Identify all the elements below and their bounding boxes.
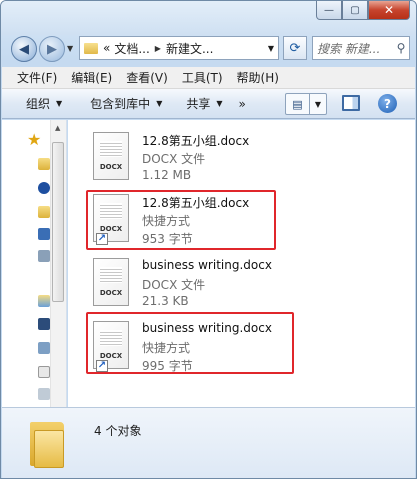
help-button[interactable]: ? xyxy=(378,94,397,113)
change-view-button[interactable]: ▤ ▼ xyxy=(285,93,327,115)
file-item[interactable]: DOCX business writing.docx DOCX 文件 21.3 … xyxy=(88,256,398,314)
file-size: 1.12 MB xyxy=(142,168,192,182)
address-bar[interactable]: « 文档... ▶ 新建文... ▼ xyxy=(79,36,279,60)
drive-icon[interactable] xyxy=(38,250,50,262)
refresh-button[interactable]: ⟳ xyxy=(283,36,307,60)
menu-bar: 文件(F) 编辑(E) 查看(V) 工具(T) 帮助(H) xyxy=(2,67,415,89)
file-list[interactable]: DOCX 12.8第五小组.docx DOCX 文件 1.12 MB DOCX … xyxy=(68,120,415,407)
include-library-label: 包含到库中 xyxy=(90,97,151,111)
highlight-box xyxy=(86,190,276,250)
minimize-button[interactable]: — xyxy=(316,1,342,20)
organize-label: 组织 xyxy=(26,97,51,111)
refresh-icon: ⟳ xyxy=(289,40,301,56)
chevron-down-icon: ▼ xyxy=(56,99,63,108)
include-in-library-button[interactable]: 包含到库中 ▼ xyxy=(82,95,170,112)
object-count: 4 个对象 xyxy=(94,424,142,438)
view-icon[interactable]: ▤ xyxy=(286,94,310,114)
docx-file-icon: DOCX xyxy=(93,132,129,180)
libraries-icon[interactable] xyxy=(38,295,50,307)
menu-help[interactable]: 帮助(H) xyxy=(230,69,286,86)
network-icon[interactable] xyxy=(38,182,50,194)
docx-icon-label: DOCX xyxy=(99,289,123,297)
file-name[interactable]: business writing.docx xyxy=(142,258,272,272)
chevron-down-icon: ▼ xyxy=(156,99,163,108)
docx-icon-label: DOCX xyxy=(99,163,123,171)
preview-pane-button[interactable] xyxy=(342,95,360,111)
docx-file-icon: DOCX xyxy=(93,258,129,306)
organize-button[interactable]: 组织 ▼ xyxy=(18,95,70,112)
videos-icon[interactable] xyxy=(38,318,50,330)
file-type: DOCX 文件 xyxy=(142,152,206,166)
details-pane: 4 个对象 xyxy=(2,407,415,478)
folder-icon[interactable] xyxy=(38,158,50,170)
view-drop-icon[interactable]: ▼ xyxy=(310,100,326,109)
menu-tools[interactable]: 工具(T) xyxy=(175,69,230,86)
highlight-box xyxy=(86,312,294,374)
share-button[interactable]: 共享 ▼ xyxy=(178,95,230,112)
back-button[interactable]: ◀ xyxy=(11,36,37,62)
scrollbar-thumb[interactable] xyxy=(52,142,64,302)
breadcrumb-new-folder[interactable]: 新建文... xyxy=(164,40,215,57)
menu-file[interactable]: 文件(F) xyxy=(10,69,64,86)
chevron-down-icon: ▼ xyxy=(216,99,223,108)
navigation-row: ◀ ▶ ▼ « 文档... ▶ 新建文... ▼ ⟳ 搜索 新建... ⚲ xyxy=(1,35,416,63)
file-name[interactable]: 12.8第五小组.docx xyxy=(142,132,249,149)
file-type: DOCX 文件 xyxy=(142,278,206,292)
maximize-button[interactable]: ▢ xyxy=(342,1,368,20)
search-input[interactable]: 搜索 新建... ⚲ xyxy=(312,36,410,60)
desktop-icon[interactable] xyxy=(38,228,50,240)
search-icon[interactable]: ⚲ xyxy=(393,41,409,55)
documents-icon[interactable] xyxy=(38,366,50,378)
folder-icon[interactable] xyxy=(38,206,50,218)
forward-button[interactable]: ▶ xyxy=(39,36,65,62)
command-bar: 组织 ▼ 包含到库中 ▼ 共享 ▼ » ▤ ▼ ? xyxy=(2,89,415,119)
recent-pages-drop-icon[interactable]: ▼ xyxy=(67,44,73,53)
address-overflow[interactable]: « xyxy=(101,41,112,55)
share-label: 共享 xyxy=(186,97,211,111)
scroll-up-icon[interactable]: ▲ xyxy=(55,124,60,132)
explorer-window: — ▢ ✕ ◀ ▶ ▼ « 文档... ▶ 新建文... ▼ ⟳ 搜索 新建..… xyxy=(0,0,417,479)
folder-icon xyxy=(30,420,64,468)
search-placeholder: 搜索 新建... xyxy=(317,41,381,56)
more-commands-button[interactable]: » xyxy=(231,97,254,111)
address-drop-icon[interactable]: ▼ xyxy=(264,44,278,53)
breadcrumb-documents[interactable]: 文档... xyxy=(112,40,151,57)
music-icon[interactable] xyxy=(38,388,50,400)
menu-view[interactable]: 查看(V) xyxy=(119,69,175,86)
breadcrumb-separator-icon[interactable]: ▶ xyxy=(152,44,164,53)
file-size: 21.3 KB xyxy=(142,294,189,308)
favorites-star-icon[interactable]: ★ xyxy=(27,130,41,149)
folder-icon xyxy=(84,42,98,54)
menu-edit[interactable]: 编辑(E) xyxy=(64,69,119,86)
pictures-icon[interactable] xyxy=(38,342,50,354)
file-item[interactable]: DOCX 12.8第五小组.docx DOCX 文件 1.12 MB xyxy=(88,130,398,188)
navigation-pane[interactable]: ★ ▲ xyxy=(2,120,67,407)
caption-buttons: — ▢ ✕ xyxy=(316,1,410,21)
close-button[interactable]: ✕ xyxy=(368,1,410,20)
